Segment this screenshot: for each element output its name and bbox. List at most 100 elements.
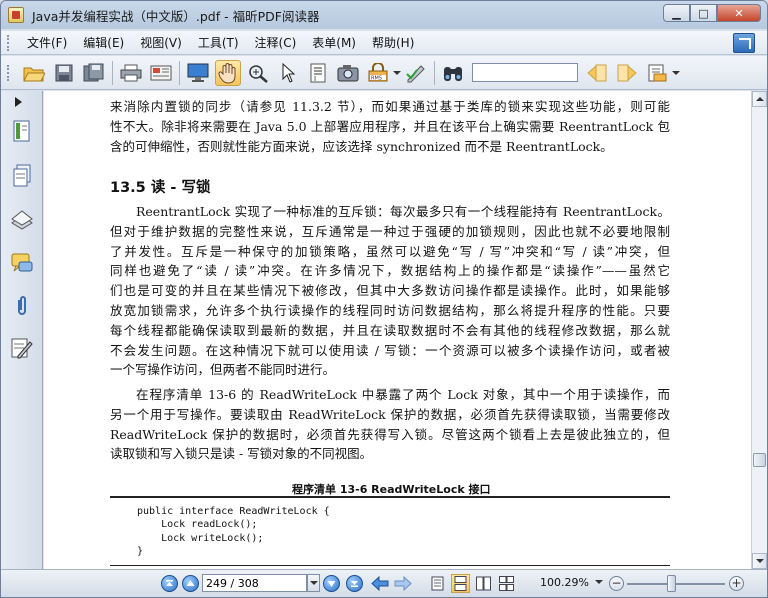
text-select-button[interactable]: I [305,60,331,86]
section-heading: 13.5 读 - 写锁 [110,180,211,196]
menu-edit[interactable]: 编辑(E) [75,32,132,54]
page-dropdown-button[interactable] [307,574,320,592]
maximize-button[interactable]: □ [690,4,717,22]
single-page-view-button[interactable] [428,574,447,593]
page-number-input[interactable] [202,574,307,592]
text-line: 每个线程都能确保读取到最新的数据，并且在读取数据时不会有其他的线程修改数据，那么… [110,322,670,338]
comment-tools-button[interactable] [644,60,670,86]
menu-grip[interactable] [7,34,11,51]
zoom-level[interactable]: 100.29% [540,576,589,589]
save-as-button[interactable] [81,60,107,86]
menu-tools[interactable]: 工具(T) [190,32,247,54]
save-as-icon [83,63,104,81]
zoom-tool-button[interactable] [245,60,271,86]
hand-icon [218,62,236,84]
rms-button[interactable]: RMS [365,60,391,86]
signatures-button[interactable] [10,336,34,360]
pages-button[interactable] [10,164,34,188]
vertical-scrollbar[interactable] [751,91,767,569]
text-line: 一个写操作访问，但两者不能同时进行。 [110,362,336,378]
select-tool-button[interactable] [275,60,301,86]
go-forward-icon[interactable] [394,576,412,591]
menu-file[interactable]: 文件(F) [19,32,75,54]
find-previous-icon [587,64,607,81]
expand-panel-icon[interactable] [15,97,22,107]
open-button[interactable] [21,60,47,86]
last-page-icon [351,581,358,587]
toolbar-separator [434,60,435,85]
scroll-thumb[interactable] [753,453,766,467]
comments-panel-button[interactable] [10,251,34,275]
window-controls: ▁ □ ✕ [663,4,761,22]
scroll-down-button[interactable] [752,553,767,569]
restore-layout-icon[interactable] [733,33,755,53]
continuous-page-icon [454,576,467,591]
menu-help[interactable]: 帮助(H) [364,32,422,54]
previous-page-button[interactable] [182,575,199,592]
printer-icon [120,64,142,81]
find-button[interactable] [440,60,466,86]
chevron-down-icon [309,581,318,585]
search-input[interactable] [472,63,578,82]
camera-icon [337,64,359,81]
save-button[interactable] [51,60,77,86]
monitor-icon [187,63,209,82]
first-page-icon [166,580,173,586]
sign-button[interactable] [403,60,429,86]
text-select-icon: I [310,63,326,83]
paperclip-icon [18,296,26,315]
document-view[interactable]: 来消除内置锁的同步（请参见 11.3.2 节），而如果通过基于类库的锁来实现这些… [44,91,751,569]
bookmarks-button[interactable] [10,119,34,143]
find-next-icon [617,64,637,81]
snapshot-button[interactable] [335,60,361,86]
comment-bubble-icon [11,253,33,272]
find-previous-button[interactable] [584,60,610,86]
text-line: ReentrantLock 实现了一种标准的互斥锁：每次最多只有一个线程能持有 … [136,204,670,219]
code-listing: public interface ReadWriteLock { Lock re… [137,505,330,558]
close-button[interactable]: ✕ [717,4,761,22]
zoom-in-button[interactable]: + [729,576,744,591]
code-line: Lock writeLock(); [137,532,264,544]
menu-forms[interactable]: 表单(M) [304,32,364,54]
scroll-up-button[interactable] [752,91,767,107]
continuous-view-button[interactable] [451,574,470,593]
first-page-button[interactable] [161,575,178,592]
previous-page-icon [186,580,195,586]
facing-view-button[interactable] [474,574,493,593]
print-button[interactable] [118,60,144,86]
find-next-button[interactable] [614,60,640,86]
properties-button[interactable] [148,60,174,86]
continuous-facing-view-button[interactable] [497,574,516,593]
title-bar: Java并发编程实战（中文版）.pdf - 福昕PDF阅读器 ▁ □ ✕ [1,1,767,29]
floppy-disk-icon [55,64,73,81]
chevron-down-icon [393,70,401,75]
stamp-comment-icon [648,64,667,81]
comment-dropdown-button[interactable] [672,60,680,86]
rms-lock-icon: RMS [368,62,388,81]
zoom-slider-thumb[interactable] [666,575,676,592]
toolbar-grip[interactable] [7,64,11,81]
status-bar: 100.29% − + [1,569,767,597]
zoom-slider-track[interactable] [627,583,725,585]
text-line: ReadWriteLock 保护的数据时，必须首先获得写入锁。尽管这两个锁看上去… [110,426,670,442]
svg-text:RMS: RMS [371,75,382,81]
minimize-button[interactable]: ▁ [663,4,690,22]
hand-tool-button[interactable] [215,59,241,86]
text-line: 性不大。除非将来需要在 Java 5.0 上部署应用程序，并且在该平台上确实需要… [110,118,670,134]
zoom-out-button[interactable]: − [609,576,624,591]
signature-pen-icon [11,338,33,359]
rms-dropdown-button[interactable] [393,60,401,86]
layers-button[interactable] [10,208,34,232]
menu-bar: 文件(F) 编辑(E) 视图(V) 工具(T) 注释(C) 表单(M) 帮助(H… [1,31,767,55]
menu-view[interactable]: 视图(V) [132,32,190,54]
fullscreen-button[interactable] [185,60,211,86]
text-line: 了并发性。互斥是一种保守的加锁策略，虽然可以避免“写 / 写”冲突和“写 / 读… [110,243,670,259]
menu-comment[interactable]: 注释(C) [247,32,305,54]
app-window: Java并发编程实战（中文版）.pdf - 福昕PDF阅读器 ▁ □ ✕ 文件(… [0,0,768,598]
attachments-button[interactable] [10,294,34,318]
text-line: 们也是可变的并且在某些情况下被修改，但其中大多数访问操作都是读操作。此时，如果能… [110,283,670,299]
go-back-icon[interactable] [371,576,389,591]
next-page-button[interactable] [323,575,340,592]
last-page-button[interactable] [346,575,363,592]
zoom-dropdown-icon[interactable] [595,580,603,584]
